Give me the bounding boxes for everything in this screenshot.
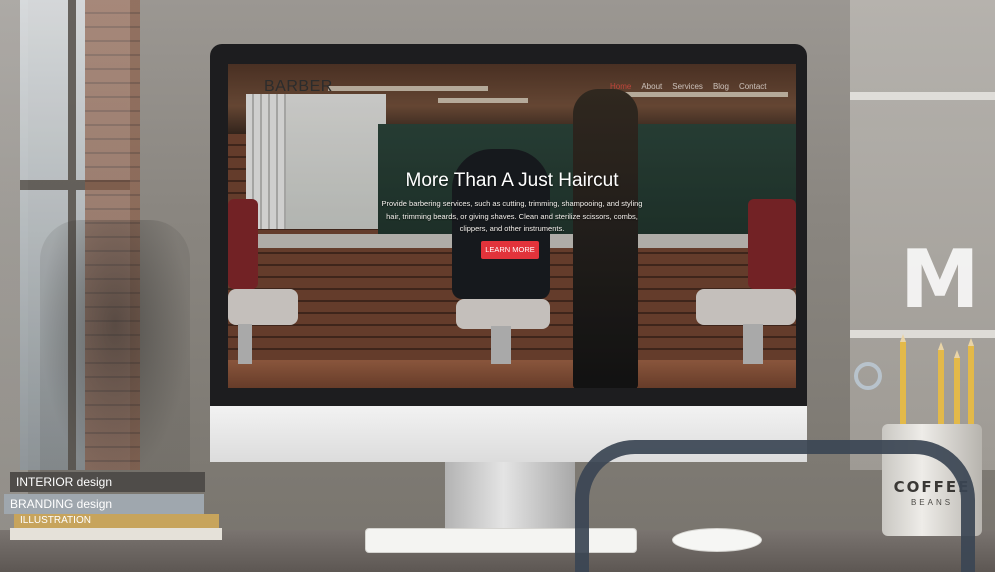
book-illustration: ILLUSTRATION xyxy=(14,514,219,528)
nav-contact[interactable]: Contact xyxy=(739,82,767,91)
pencil xyxy=(900,334,906,432)
nav-blog[interactable]: Blog xyxy=(713,82,729,91)
learn-more-button[interactable]: LEARN MORE xyxy=(481,241,539,259)
hero-title: More Than A Just Haircut xyxy=(405,170,619,191)
foreground-chair xyxy=(575,440,975,572)
background-chair xyxy=(40,220,190,480)
book-branding: BRANDING design xyxy=(4,494,204,514)
monitor-stand xyxy=(445,462,575,528)
book-interior: INTERIOR design xyxy=(10,472,205,492)
nav-services[interactable]: Services xyxy=(672,82,703,91)
nav-about[interactable]: About xyxy=(641,82,662,91)
scissors xyxy=(854,362,882,390)
book-blank xyxy=(10,528,222,540)
site-nav: Home About Services Blog Contact xyxy=(610,82,767,91)
decorative-letter: M xyxy=(900,233,980,326)
nav-home[interactable]: Home xyxy=(610,82,631,91)
hero-description: Provide barbering services, such as cutt… xyxy=(381,199,643,233)
website-screen: BARBER Home About Services Blog Contact … xyxy=(228,64,796,388)
pencil xyxy=(968,338,974,436)
site-logo[interactable]: BARBER xyxy=(264,78,333,96)
imac-monitor: BARBER Home About Services Blog Contact … xyxy=(210,44,807,462)
